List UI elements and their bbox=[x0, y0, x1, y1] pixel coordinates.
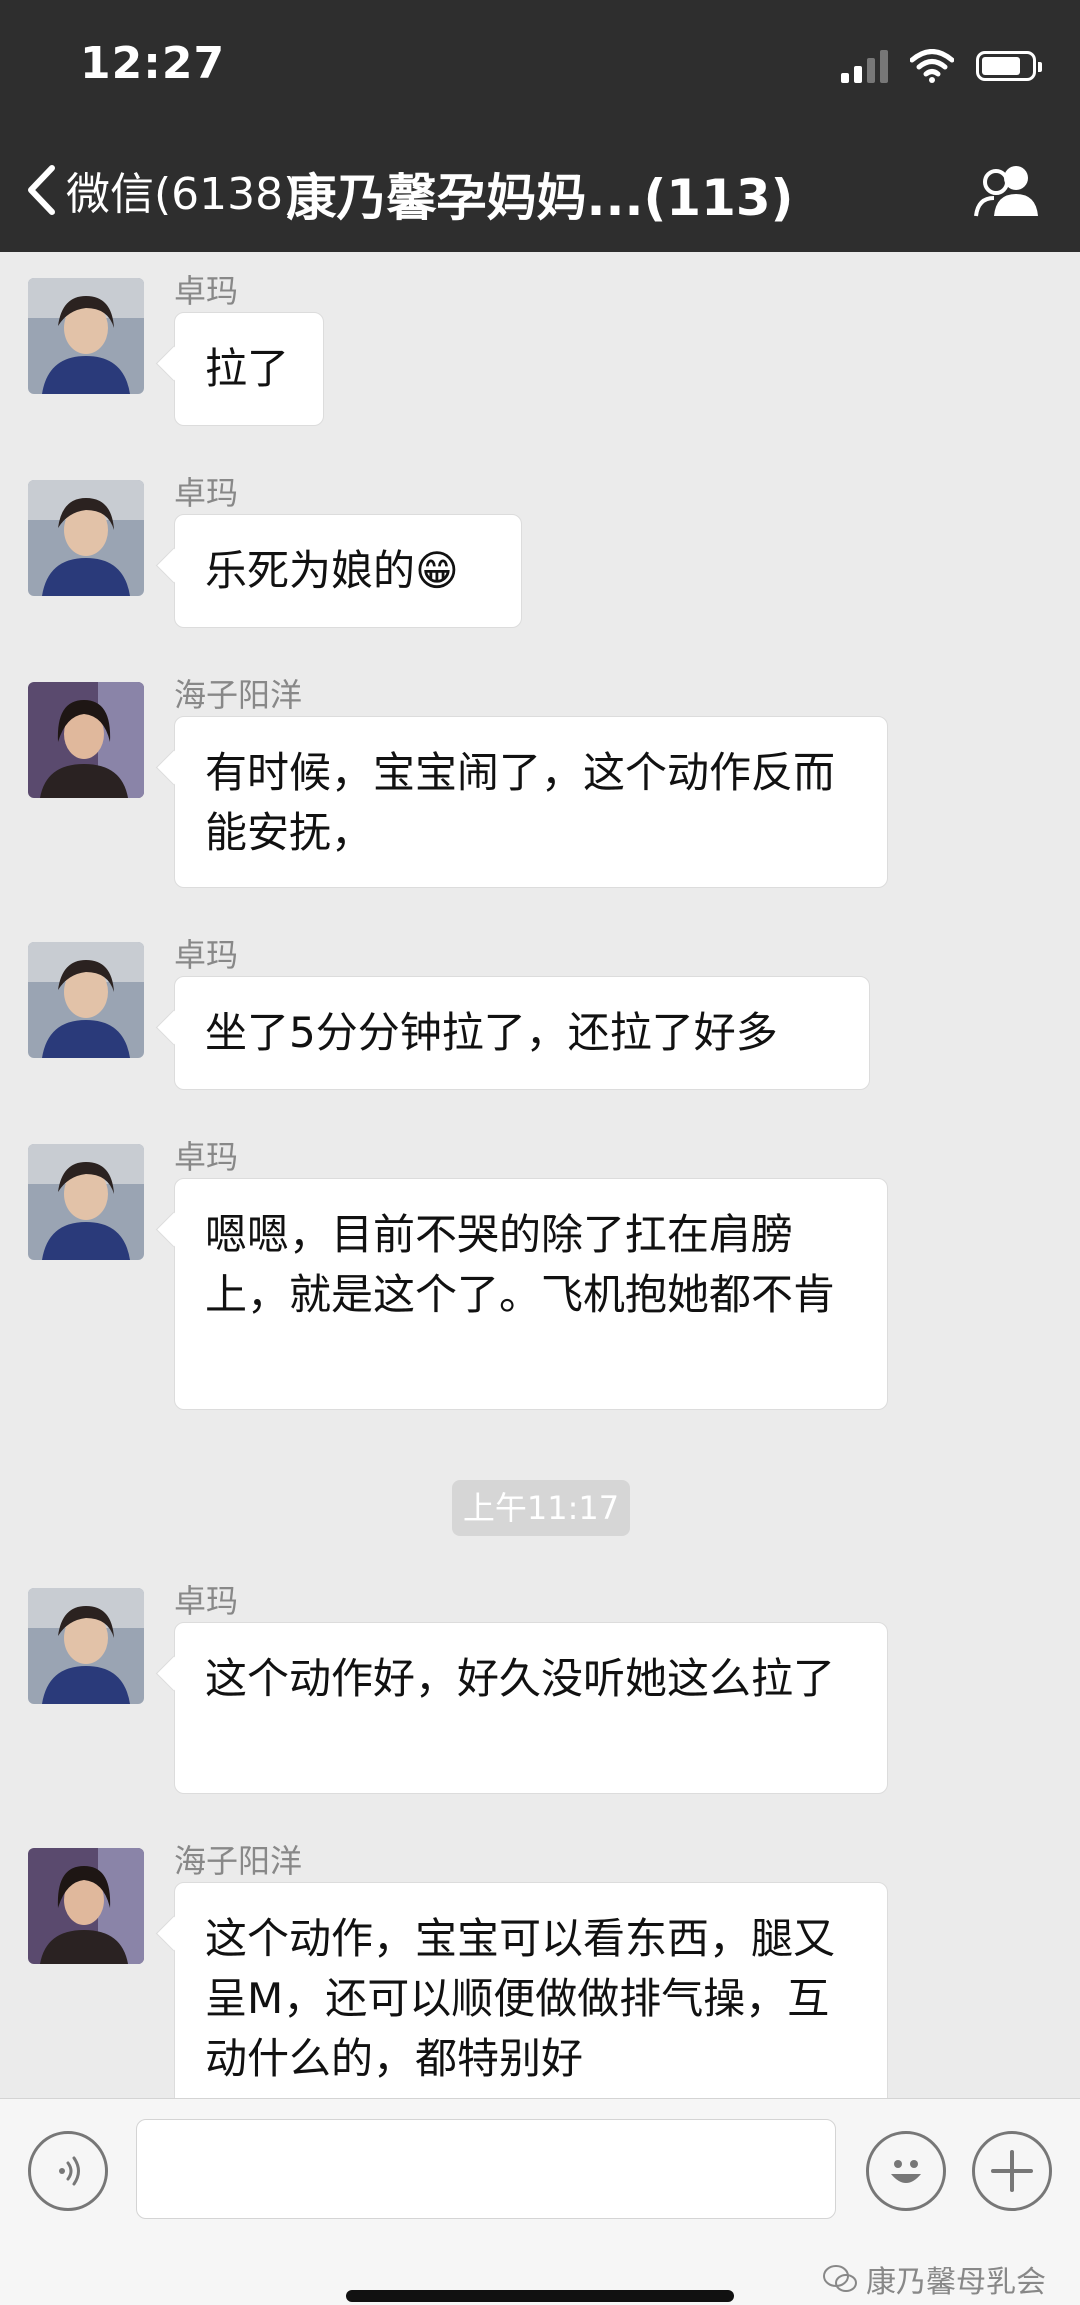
sender-name: 卓玛 bbox=[174, 1138, 239, 1176]
home-indicator[interactable] bbox=[346, 2290, 734, 2302]
voice-icon bbox=[59, 2156, 80, 2186]
watermark: 康乃馨母乳会 bbox=[822, 2257, 1046, 2301]
sender-name: 卓玛 bbox=[174, 272, 239, 310]
sender-name: 卓玛 bbox=[174, 474, 239, 512]
cellular-signal-icon bbox=[841, 49, 888, 83]
input-bar: 康乃馨母乳会 bbox=[0, 2098, 1080, 2305]
chat-title: 康乃馨孕妈妈...(113) bbox=[286, 169, 794, 227]
message-bubble[interactable]: 这个动作好，好久没听她这么拉了 bbox=[174, 1622, 888, 1794]
sender-name: 海子阳洋 bbox=[174, 1842, 303, 1880]
smiley-icon bbox=[891, 2160, 921, 2183]
avatar[interactable] bbox=[28, 480, 144, 596]
message-bubble[interactable]: 嗯嗯，目前不哭的除了扛在肩膀上，就是这个了。飞机抱她都不肯 bbox=[174, 1178, 888, 1410]
more-button[interactable] bbox=[972, 2131, 1052, 2211]
group-info-button[interactable] bbox=[972, 160, 1042, 220]
message-bubble[interactable]: 这个动作，宝宝可以看东西，腿又呈M，还可以顺便做做排气操，互动什么的，都特别好 bbox=[174, 1882, 888, 2098]
top-bar: 12:27 微信(6138) 康乃馨孕妈妈...(113) bbox=[0, 0, 1080, 252]
watermark-text: 康乃馨母乳会 bbox=[866, 2265, 1046, 2300]
message-input[interactable] bbox=[136, 2119, 836, 2219]
time-divider: 上午11:17 bbox=[452, 1480, 630, 1536]
message-bubble[interactable]: 拉了 bbox=[174, 312, 324, 426]
avatar[interactable] bbox=[28, 1588, 144, 1704]
wifi-icon bbox=[910, 49, 954, 83]
voice-input-button[interactable] bbox=[28, 2131, 108, 2211]
message-bubble[interactable]: 乐死为娘的😁 bbox=[174, 514, 522, 628]
avatar[interactable] bbox=[28, 682, 144, 798]
avatar[interactable] bbox=[28, 942, 144, 1058]
plus-icon bbox=[991, 2150, 1033, 2192]
emoji-button[interactable] bbox=[866, 2131, 946, 2211]
sender-name: 海子阳洋 bbox=[174, 676, 303, 714]
sender-name: 卓玛 bbox=[174, 936, 239, 974]
group-members-icon bbox=[974, 166, 1038, 217]
status-icons bbox=[841, 44, 1042, 88]
avatar[interactable] bbox=[28, 1848, 144, 1964]
message-bubble[interactable]: 坐了5分分钟拉了，还拉了好多 bbox=[174, 976, 870, 1090]
chat-list[interactable]: 卓玛 拉了 卓玛 乐死为娘的😁 海子阳洋 有时候，宝宝闹了，这个动作反而能安抚， bbox=[0, 252, 1080, 2098]
sender-name: 卓玛 bbox=[174, 1582, 239, 1620]
battery-icon bbox=[976, 51, 1042, 81]
avatar[interactable] bbox=[28, 278, 144, 394]
status-time: 12:27 bbox=[80, 38, 226, 89]
avatar[interactable] bbox=[28, 1144, 144, 1260]
wechat-logo-icon bbox=[823, 2265, 857, 2292]
message-bubble[interactable]: 有时候，宝宝闹了，这个动作反而能安抚， bbox=[174, 716, 888, 888]
